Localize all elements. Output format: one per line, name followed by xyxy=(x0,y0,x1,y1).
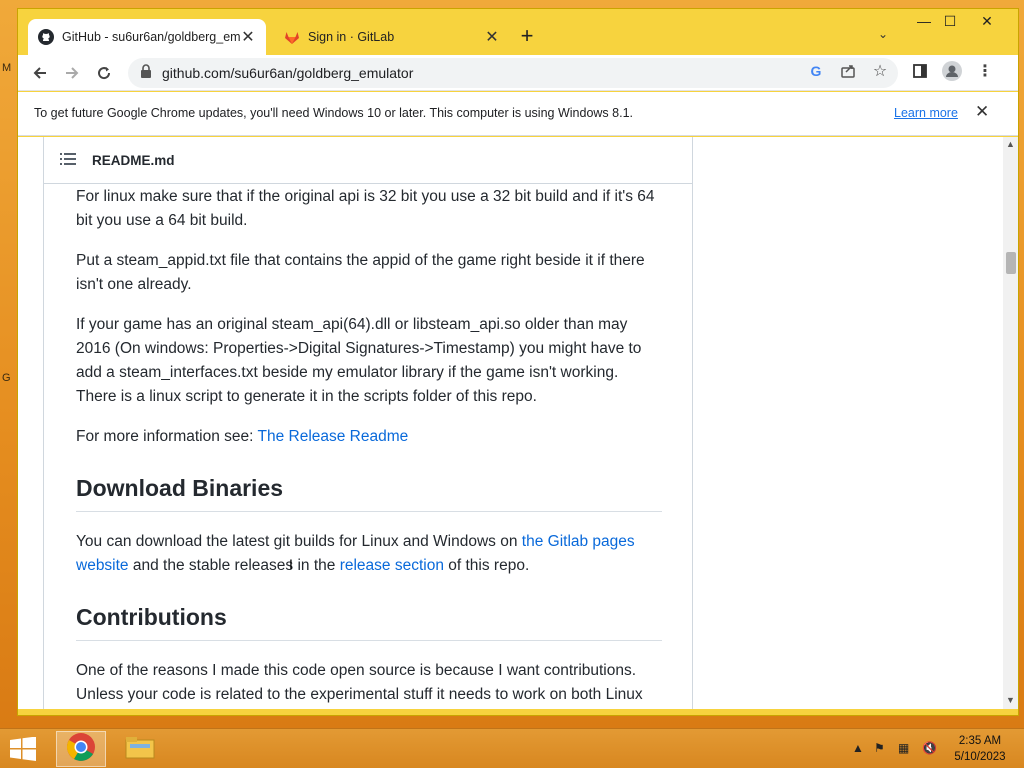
learn-more-link[interactable]: Learn more xyxy=(894,106,958,120)
infobar-message: To get future Google Chrome updates, you… xyxy=(34,106,633,120)
clock-time: 2:35 AM xyxy=(958,735,1002,747)
heading-contributions: Contributions xyxy=(76,602,662,641)
desktop-label-g: G xyxy=(2,372,11,384)
minimize-button[interactable]: — xyxy=(912,13,936,29)
tab-close-icon[interactable]: ✕ xyxy=(484,27,500,47)
start-windows-icon[interactable] xyxy=(8,736,38,761)
folder-icon xyxy=(125,734,155,765)
chrome-window: GitHub - su6ur6an/goldberg_emulator ✕ Si… xyxy=(17,8,1019,716)
page-scrollbar[interactable]: ▲ ▼ xyxy=(1003,137,1018,709)
browser-toolbar: github.com/su6ur6an/goldberg_emulator G … xyxy=(18,55,1018,91)
tab-title: GitHub - su6ur6an/goldberg_emulator xyxy=(62,30,240,44)
scroll-thumb[interactable] xyxy=(1006,252,1016,274)
tray-flag-icon[interactable]: ⚑ xyxy=(874,741,885,755)
page-viewport: README.md For linux make sure that if th… xyxy=(18,137,1003,709)
new-tab-button[interactable]: + xyxy=(516,23,538,49)
tab-github[interactable]: GitHub - su6ur6an/goldberg_emulator ✕ xyxy=(28,19,266,55)
reload-icon[interactable] xyxy=(92,61,116,85)
gitlab-icon xyxy=(284,29,300,45)
release-readme-link[interactable]: The Release Readme xyxy=(257,428,408,445)
update-infobar: To get future Google Chrome updates, you… xyxy=(18,92,1018,136)
readme-content: For linux make sure that if the original… xyxy=(76,185,662,709)
tray-volume-icon[interactable]: 🔇 xyxy=(922,741,937,755)
clock-date: 5/10/2023 xyxy=(954,751,1006,763)
infobar-close-icon[interactable]: ✕ xyxy=(975,102,989,122)
close-window-button[interactable]: ✕ xyxy=(975,13,999,30)
side-panel-icon[interactable] xyxy=(910,61,930,81)
readme-header: README.md xyxy=(44,137,692,184)
share-icon[interactable] xyxy=(838,61,858,81)
desktop-label-m: M xyxy=(2,62,12,74)
paragraph-download: You can download the latest git builds f… xyxy=(76,530,662,578)
lock-icon xyxy=(140,63,152,83)
chrome-icon xyxy=(66,732,96,767)
address-url: github.com/su6ur6an/goldberg_emulator xyxy=(162,65,414,81)
menu-kebab-icon[interactable]: ⋮ xyxy=(975,61,995,81)
address-bar[interactable]: github.com/su6ur6an/goldberg_emulator xyxy=(128,58,898,88)
download-text-3: of this repo. xyxy=(443,557,530,574)
paragraph-linux: For linux make sure that if the original… xyxy=(76,188,655,229)
windows-taskbar: ▲ ⚑ ▦ 🔇 2:35 AM 5/10/2023 xyxy=(0,728,1024,768)
paragraph-contributions: One of the reasons I made this code open… xyxy=(76,662,643,703)
paragraph-interfaces: If your game has an original steam_api(6… xyxy=(76,316,642,405)
taskbar-clock[interactable]: 2:35 AM 5/10/2023 xyxy=(950,733,1010,765)
heading-download-binaries: Download Binaries xyxy=(76,473,662,512)
outline-list-icon[interactable] xyxy=(60,152,76,168)
scroll-down-icon[interactable]: ▼ xyxy=(1006,695,1015,705)
readme-filename: README.md xyxy=(92,152,175,168)
taskbar-chrome-button[interactable] xyxy=(56,731,106,767)
more-info-text: For more information see: xyxy=(76,428,258,445)
back-arrow-icon[interactable] xyxy=(28,61,52,85)
tray-network-icon[interactable]: ▦ xyxy=(898,741,909,755)
bookmark-star-icon[interactable]: ☆ xyxy=(870,61,890,81)
paragraph-appid: Put a steam_appid.txt file that contains… xyxy=(76,252,645,293)
readme-container: README.md For linux make sure that if th… xyxy=(43,137,693,709)
download-text-1: You can download the latest git builds f… xyxy=(76,533,522,550)
download-text-2: and the stable releases in the xyxy=(128,557,340,574)
maximize-button[interactable]: ☐ xyxy=(938,13,962,30)
github-icon xyxy=(38,29,54,45)
paragraph-more-info: For more information see: The Release Re… xyxy=(76,425,662,449)
release-section-link[interactable]: release section xyxy=(340,557,444,574)
google-icon[interactable]: G xyxy=(806,61,826,81)
profile-avatar-icon[interactable] xyxy=(942,61,962,81)
scroll-up-icon[interactable]: ▲ xyxy=(1006,139,1015,149)
tray-chevron-up-icon[interactable]: ▲ xyxy=(852,741,864,755)
tab-search-chevron-icon[interactable]: ⌄ xyxy=(878,27,888,41)
tab-title: Sign in · GitLab xyxy=(308,30,395,44)
tab-strip: GitHub - su6ur6an/goldberg_emulator ✕ Si… xyxy=(18,9,1018,55)
taskbar-file-explorer-button[interactable] xyxy=(115,731,165,767)
tab-gitlab[interactable]: Sign in · GitLab ✕ xyxy=(274,19,510,55)
forward-arrow-icon[interactable] xyxy=(60,61,84,85)
text-cursor-icon: I xyxy=(289,556,293,572)
tab-close-icon[interactable]: ✕ xyxy=(240,27,256,47)
